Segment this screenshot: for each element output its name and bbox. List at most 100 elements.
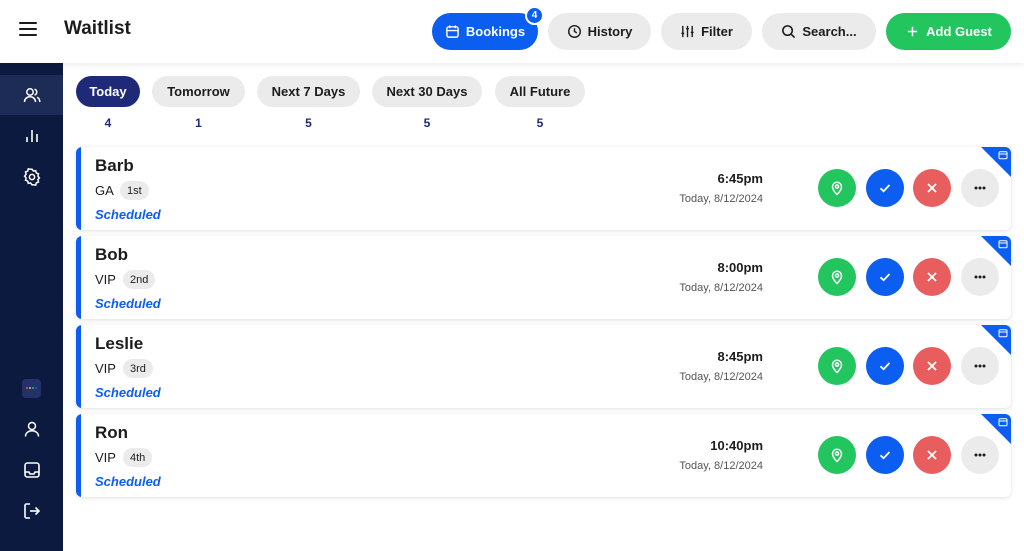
search-label: Search...: [802, 24, 857, 39]
tab-count-today: 4: [104, 116, 112, 130]
tab-today[interactable]: Today: [76, 76, 140, 107]
sidebar-item-settings[interactable]: [0, 157, 63, 197]
check-icon: [879, 451, 891, 460]
hamburger-menu-icon[interactable]: [19, 22, 37, 40]
confirm-button[interactable]: [866, 169, 904, 207]
sliders-icon: [681, 25, 694, 38]
close-icon: [927, 361, 937, 371]
app-logo: [22, 378, 41, 398]
inbox-icon: [23, 462, 40, 478]
confirm-button[interactable]: [866, 258, 904, 296]
queue-position-badge: 2nd: [123, 270, 156, 289]
search-button[interactable]: Search...: [762, 13, 876, 50]
seat-guest-button[interactable]: [818, 258, 856, 296]
remove-guest-button[interactable]: [913, 436, 951, 474]
guest-card[interactable]: Bob VIP 2nd Scheduled 8:00pm Today, 8/12…: [76, 236, 1011, 319]
seat-guest-button[interactable]: [818, 347, 856, 385]
check-icon: [879, 273, 891, 282]
filter-button[interactable]: Filter: [661, 13, 752, 50]
bookings-button[interactable]: Bookings: [432, 13, 538, 50]
logout-icon: [23, 503, 40, 519]
add-guest-button[interactable]: Add Guest: [886, 13, 1011, 50]
guest-status: Scheduled: [95, 474, 161, 489]
booking-time: 6:45pm: [717, 171, 763, 186]
calendar-icon: [998, 329, 1008, 338]
users-icon: [23, 88, 41, 103]
check-icon: [879, 184, 891, 193]
booking-time: 8:00pm: [717, 260, 763, 275]
sidebar-item-inbox[interactable]: [0, 450, 63, 490]
sidebar-item-analytics[interactable]: [0, 116, 63, 156]
chart-icon: [25, 130, 38, 142]
tab-count-tomorrow: 1: [195, 116, 202, 130]
calendar-icon: [998, 151, 1008, 160]
guest-tier: VIP: [95, 450, 116, 465]
booking-time: 8:45pm: [717, 349, 763, 364]
sidebar-item-profile[interactable]: [0, 409, 63, 449]
sidebar: [0, 63, 63, 551]
sidebar-item-logout[interactable]: [0, 491, 63, 531]
booking-date: Today, 8/12/2024: [679, 371, 763, 383]
sidebar-item-app[interactable]: [0, 368, 63, 408]
guest-tier: VIP: [95, 361, 116, 376]
history-button[interactable]: History: [548, 13, 651, 50]
page-title: Waitlist: [64, 18, 131, 39]
guest-name: Bob: [95, 245, 129, 264]
remove-guest-button[interactable]: [913, 169, 951, 207]
close-icon: [927, 183, 937, 193]
seat-guest-button[interactable]: [818, 436, 856, 474]
add-guest-label: Add Guest: [926, 24, 992, 39]
guest-status: Scheduled: [95, 385, 161, 400]
calendar-icon: [446, 25, 459, 38]
location-pin-icon: [831, 181, 843, 196]
location-pin-icon: [831, 359, 843, 374]
bookings-count-badge: 4: [525, 6, 544, 25]
guest-card[interactable]: Leslie VIP 3rd Scheduled 8:45pm Today, 8…: [76, 325, 1011, 408]
card-accent-bar: [76, 147, 81, 230]
booking-time: 10:40pm: [710, 438, 763, 453]
filter-label: Filter: [701, 24, 733, 39]
confirm-button[interactable]: [866, 436, 904, 474]
remove-guest-button[interactable]: [913, 347, 951, 385]
tab-all-future[interactable]: All Future: [495, 76, 585, 107]
settings-icon: [23, 167, 40, 187]
tab-next-7-days[interactable]: Next 7 Days: [257, 76, 360, 107]
remove-guest-button[interactable]: [913, 258, 951, 296]
queue-position-badge: 3rd: [123, 359, 153, 378]
booking-date: Today, 8/12/2024: [679, 282, 763, 294]
calendar-icon: [998, 240, 1008, 249]
guest-name: Leslie: [95, 334, 144, 353]
card-accent-bar: [76, 236, 81, 319]
clock-icon: [567, 24, 581, 39]
more-dots-icon: [974, 275, 986, 279]
location-pin-icon: [831, 448, 843, 463]
guest-tier: VIP: [95, 272, 116, 287]
queue-position-badge: 1st: [120, 181, 149, 200]
close-icon: [927, 450, 937, 460]
guest-card[interactable]: Ron VIP 4th Scheduled 10:40pm Today, 8/1…: [76, 414, 1011, 497]
history-label: History: [587, 24, 633, 39]
more-dots-icon: [974, 364, 986, 368]
top-header: Waitlist Bookings 4 History Filter Searc…: [0, 0, 1024, 63]
guest-status: Scheduled: [95, 296, 161, 311]
tab-count-next-7-days: 5: [305, 116, 312, 130]
card-accent-bar: [76, 414, 81, 497]
booking-date: Today, 8/12/2024: [679, 460, 763, 472]
search-icon: [782, 25, 796, 39]
sidebar-item-guests[interactable]: [0, 75, 63, 115]
seat-guest-button[interactable]: [818, 169, 856, 207]
guest-tier: GA: [95, 183, 114, 198]
confirm-button[interactable]: [866, 347, 904, 385]
bookings-label: Bookings: [465, 24, 526, 39]
queue-position-badge: 4th: [123, 448, 153, 467]
guest-name: Barb: [95, 156, 134, 175]
tab-next-30-days[interactable]: Next 30 Days: [372, 76, 482, 107]
guest-name: Ron: [95, 423, 129, 442]
tab-tomorrow[interactable]: Tomorrow: [152, 76, 245, 107]
plus-icon: [907, 26, 918, 37]
check-icon: [879, 362, 891, 371]
booking-date: Today, 8/12/2024: [679, 193, 763, 205]
guest-status: Scheduled: [95, 207, 161, 222]
guest-card[interactable]: Barb GA 1st Scheduled 6:45pm Today, 8/12…: [76, 147, 1011, 230]
more-dots-icon: [974, 453, 986, 457]
